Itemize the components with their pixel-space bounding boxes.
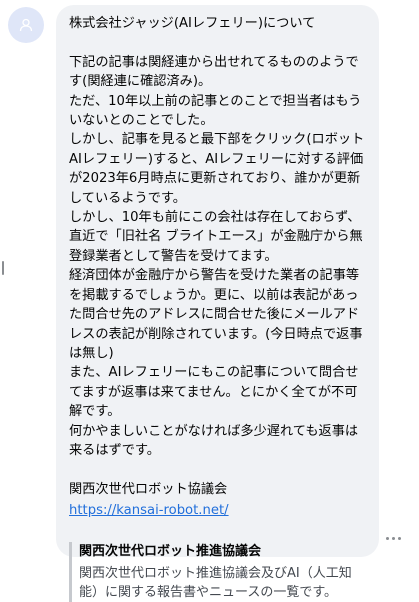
avatar[interactable]: [8, 7, 44, 43]
more-horizontal-icon[interactable]: [386, 537, 401, 540]
default-user-icon: [19, 18, 33, 32]
message-link[interactable]: https://kansai-robot.net/: [69, 501, 229, 520]
link-preview-description: 関西次世代ロボット推進協議会及びAI（人工知能）に関する報告書やニュースの一覧で…: [79, 565, 352, 600]
message-text: 株式会社ジャッジ(AIレフェリー)について 下記の記事は関経連から出せれてるもの…: [69, 16, 365, 497]
edge-handle: [2, 261, 4, 275]
link-preview[interactable]: 関西次世代ロボット推進協議会 関西次世代ロボット推進協議会及びAI（人工知能）に…: [69, 541, 363, 602]
link-preview-title: 関西次世代ロボット推進協議会: [79, 543, 262, 559]
message-bubble: 株式会社ジャッジ(AIレフェリー)について 下記の記事は関経連から出せれてるもの…: [56, 5, 379, 602]
